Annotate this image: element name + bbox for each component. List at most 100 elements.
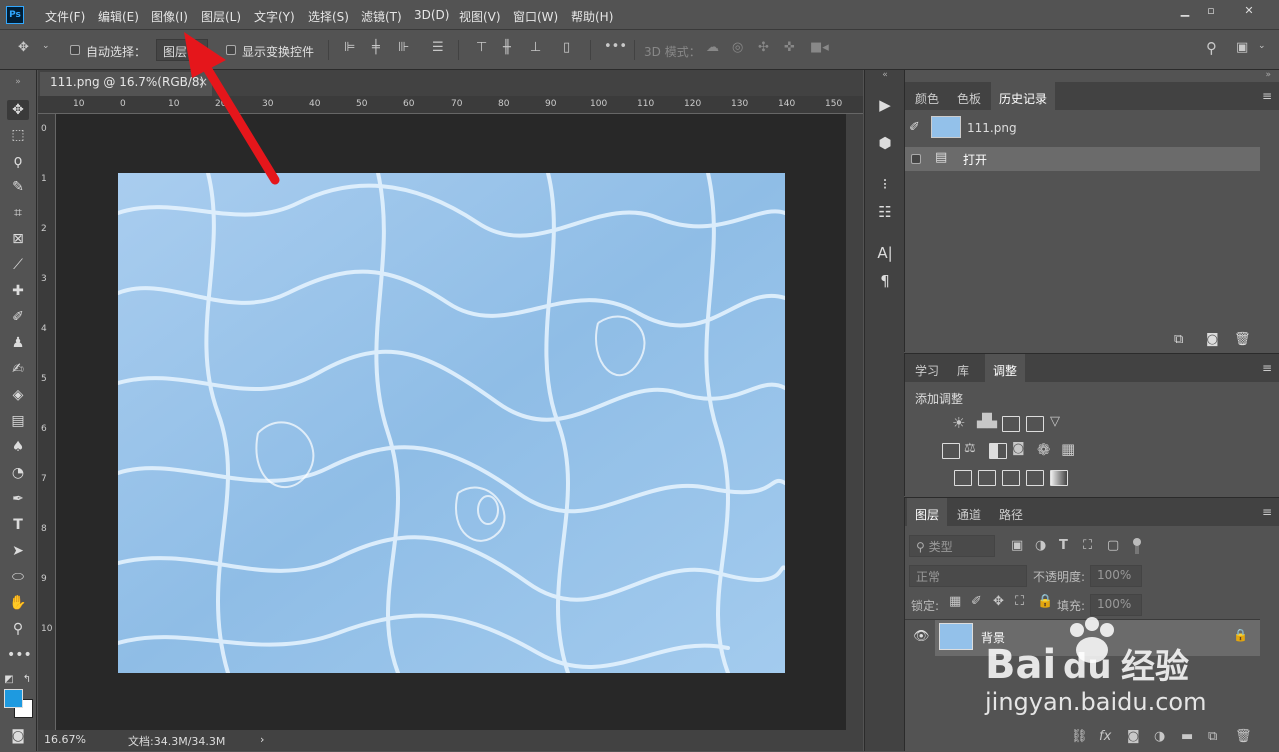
menu-window[interactable]: 窗口(W) (513, 8, 558, 25)
properties-icon[interactable]: ☷ (875, 203, 895, 223)
filter-smart-object-icon[interactable]: ▢ (1107, 538, 1119, 553)
lock-all-icon[interactable]: 🔒 (1037, 594, 1053, 609)
move-tool-icon[interactable]: ✥ (18, 40, 29, 55)
fx-icon[interactable]: fx (1099, 729, 1111, 744)
filter-toggle-icon[interactable] (1133, 538, 1141, 554)
threshold-icon[interactable] (1002, 470, 1020, 486)
3d-panel-icon[interactable]: ⬢ (875, 134, 895, 154)
layer-name[interactable]: 背景 (981, 629, 1005, 646)
link-layers-icon[interactable]: ⛓ (1071, 729, 1088, 744)
gradient-tool-icon[interactable]: ▤ (7, 411, 29, 431)
filter-adjustment-icon[interactable]: ◑ (1035, 538, 1046, 553)
align-right-icon[interactable]: ⊪ (398, 40, 409, 55)
new-snapshot-icon[interactable]: ◙ (1206, 332, 1219, 347)
3d-pan-icon[interactable]: ✣ (758, 40, 769, 55)
lock-artboard-icon[interactable]: ⛶ (1015, 594, 1024, 609)
tab-channels[interactable]: 通道 (949, 498, 989, 526)
minimize-icon[interactable]: ▁ (1172, 4, 1198, 18)
character-icon[interactable]: A| (875, 244, 895, 264)
path-select-tool-icon[interactable]: ➤ (7, 541, 29, 561)
new-adjustment-layer-icon[interactable]: ◑ (1154, 729, 1165, 744)
type-tool-icon[interactable]: T (7, 515, 29, 535)
new-document-from-state-icon[interactable]: ⧉ (1174, 332, 1183, 347)
pen-tool-icon[interactable]: ✒ (7, 489, 29, 509)
lasso-tool-icon[interactable]: ϙ (7, 151, 29, 171)
crop-tool-icon[interactable]: ⌗ (7, 203, 29, 223)
hue-saturation-icon[interactable] (942, 443, 960, 459)
collapse-strip-icon[interactable]: « (875, 70, 895, 90)
selective-color-icon[interactable] (1026, 470, 1044, 486)
align-top-icon[interactable]: ⊤ (476, 40, 487, 55)
auto-select-checkbox[interactable] (70, 45, 80, 55)
restore-icon[interactable]: ▫ (1198, 4, 1224, 18)
exposure-icon[interactable] (1026, 416, 1044, 432)
brush-settings-icon[interactable]: ⁝ (875, 175, 895, 195)
brightness-contrast-icon[interactable]: ☀ (952, 414, 965, 432)
panel-menu-icon[interactable]: ≡ (1262, 89, 1272, 103)
3d-orbit-icon[interactable]: ☁ (706, 40, 719, 55)
panel-menu-icon[interactable]: ≡ (1262, 361, 1272, 375)
panel-menu-icon[interactable]: ≡ (1262, 505, 1272, 519)
new-layer-icon[interactable]: ⧉ (1208, 729, 1217, 744)
eyedropper-tool-icon[interactable]: ⟋ (7, 255, 29, 275)
play-actions-icon[interactable]: ▶ (875, 96, 895, 116)
vertical-scrollbar[interactable] (846, 114, 863, 730)
3d-camera-icon[interactable]: ■◂ (810, 40, 829, 55)
workspace-chevron-icon[interactable]: ⌄ (1258, 41, 1266, 51)
lock-image-icon[interactable]: ✐ (971, 594, 982, 609)
paragraph-icon[interactable]: ¶ (875, 272, 895, 292)
move-tool-icon[interactable]: ✥ (7, 100, 29, 120)
menu-select[interactable]: 选择(S) (308, 8, 349, 25)
healing-brush-tool-icon[interactable]: ✚ (7, 281, 29, 301)
tab-adjustments[interactable]: 调整 (985, 354, 1026, 382)
menu-help[interactable]: 帮助(H) (571, 8, 613, 25)
align-left-icon[interactable]: ⊫ (344, 40, 355, 55)
eraser-tool-icon[interactable]: ◈ (7, 385, 29, 405)
quick-select-tool-icon[interactable]: ✎ (7, 177, 29, 197)
foreground-color-swatch[interactable] (4, 689, 23, 708)
layer-row-selected[interactable]: 背景 🔒 (935, 620, 1260, 656)
edit-toolbar-icon[interactable]: ••• (7, 645, 32, 665)
filter-shape-icon[interactable]: ⛶ (1083, 538, 1092, 553)
quick-mask-icon[interactable]: ◙ (7, 726, 29, 746)
swap-colors-icon[interactable]: ↰ (20, 670, 34, 690)
history-brush-source-icon[interactable]: ✐ (909, 120, 920, 135)
photo-filter-icon[interactable]: ◙ (1012, 441, 1025, 456)
tab-color[interactable]: 颜色 (907, 82, 947, 110)
tab-learn[interactable]: 学习 (907, 354, 947, 382)
tab-paths[interactable]: 路径 (991, 498, 1031, 526)
menu-edit[interactable]: 编辑(E) (98, 8, 139, 25)
water-image[interactable] (118, 173, 785, 673)
collapse-tools-icon[interactable]: » (7, 72, 29, 92)
menu-layer[interactable]: 图层(L) (201, 8, 241, 25)
vibrance-icon[interactable]: ▽ (1050, 414, 1060, 429)
color-balance-icon[interactable]: ⚖ (964, 441, 976, 456)
menu-view[interactable]: 视图(V) (459, 8, 501, 25)
clone-stamp-tool-icon[interactable]: ♟ (7, 333, 29, 353)
distribute-icon[interactable]: ☰ (432, 40, 444, 55)
black-white-icon[interactable] (989, 443, 1007, 459)
delete-icon[interactable]: 🗑 (1234, 332, 1251, 347)
color-lookup-icon[interactable]: ▦ (1061, 440, 1075, 458)
3d-slide-icon[interactable]: ✜ (784, 40, 795, 55)
history-step-checkbox[interactable] (911, 154, 921, 164)
layer-row[interactable]: 👁 背景 🔒 (905, 620, 1260, 656)
tab-layers[interactable]: 图层 (907, 498, 948, 526)
distribute-v-icon[interactable]: ▯ (563, 40, 570, 55)
posterize-icon[interactable] (978, 470, 996, 486)
collapse-panels-icon[interactable]: » (1265, 70, 1271, 80)
ellipse-tool-icon[interactable]: ⬭ (7, 567, 29, 587)
history-brush-tool-icon[interactable]: ✍ (7, 359, 29, 379)
zoom-level[interactable]: 16.67% (44, 733, 86, 746)
frame-tool-icon[interactable]: ⊠ (7, 229, 29, 249)
tab-history[interactable]: 历史记录 (991, 82, 1056, 110)
gradient-map-icon[interactable] (1050, 470, 1068, 486)
status-menu-arrow[interactable]: › (260, 733, 264, 746)
blur-tool-icon[interactable]: ♠ (7, 437, 29, 457)
menu-3d[interactable]: 3D(D) (414, 8, 449, 22)
tool-preset-chevron-icon[interactable]: ⌄ (42, 41, 50, 51)
tab-swatches[interactable]: 色板 (949, 82, 989, 110)
close-icon[interactable]: ✕ (1236, 4, 1262, 18)
visibility-eye-icon[interactable]: 👁 (913, 629, 930, 644)
delete-layer-icon[interactable]: 🗑 (1235, 729, 1252, 744)
